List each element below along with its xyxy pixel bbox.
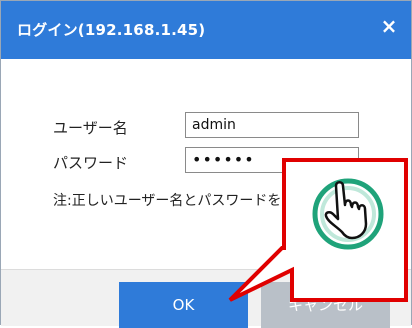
password-label: パスワード bbox=[53, 154, 129, 172]
cancel-button[interactable]: キャンセル bbox=[261, 282, 390, 328]
username-input[interactable] bbox=[185, 112, 359, 138]
dialog-title: ログイン(192.168.1.45) bbox=[17, 21, 206, 39]
close-icon[interactable]: × bbox=[379, 16, 399, 36]
login-dialog: ログイン(192.168.1.45) × ユーザー名 パスワード •••••• … bbox=[0, 0, 412, 328]
title-bar: ログイン(192.168.1.45) × bbox=[1, 1, 411, 59]
username-label: ユーザー名 bbox=[53, 119, 128, 137]
ok-button[interactable]: OK bbox=[119, 282, 248, 328]
password-input[interactable]: •••••• bbox=[185, 147, 359, 173]
instruction-note: 注:正しいユーザー名とパスワードを入力してく bbox=[53, 193, 351, 209]
